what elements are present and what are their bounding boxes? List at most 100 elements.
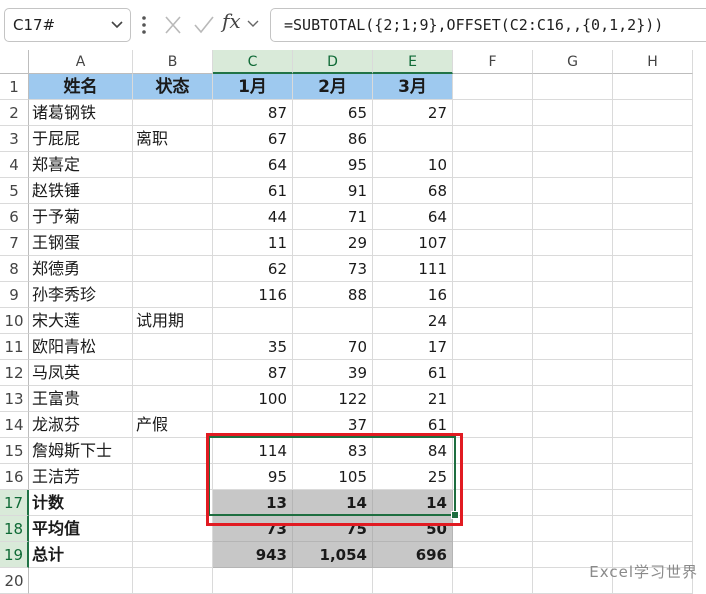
cell-a12[interactable]: 马凤英 (29, 360, 133, 386)
row-header-12[interactable]: 12 (0, 360, 29, 386)
cell-g15[interactable] (533, 438, 613, 464)
cell-h4[interactable] (613, 152, 693, 178)
column-header-e[interactable]: E (373, 50, 453, 74)
cell-a15[interactable]: 詹姆斯下士 (29, 438, 133, 464)
cell-b16[interactable] (133, 464, 213, 490)
cell-d1[interactable]: 2月 (293, 74, 373, 100)
chevron-down-icon[interactable] (110, 20, 124, 30)
cell-c6[interactable]: 44 (213, 204, 293, 230)
cell-d16[interactable]: 105 (293, 464, 373, 490)
cell-g4[interactable] (533, 152, 613, 178)
cell-h8[interactable] (613, 256, 693, 282)
cell-f16[interactable] (453, 464, 533, 490)
row-header-1[interactable]: 1 (0, 74, 29, 100)
cell-h14[interactable] (613, 412, 693, 438)
cell-b1[interactable]: 状态 (133, 74, 213, 100)
cell-h10[interactable] (613, 308, 693, 334)
cell-h6[interactable] (613, 204, 693, 230)
column-header-g[interactable]: G (533, 50, 613, 74)
cell-g16[interactable] (533, 464, 613, 490)
cell-b4[interactable] (133, 152, 213, 178)
cell-c9[interactable]: 116 (213, 282, 293, 308)
cell-c4[interactable]: 64 (213, 152, 293, 178)
cell-c10[interactable] (213, 308, 293, 334)
cell-d14[interactable]: 37 (293, 412, 373, 438)
row-header-18[interactable]: 18 (0, 516, 29, 542)
cell-b2[interactable] (133, 100, 213, 126)
row-header-9[interactable]: 9 (0, 282, 29, 308)
cell-g12[interactable] (533, 360, 613, 386)
cell-c2[interactable]: 87 (213, 100, 293, 126)
row-header-15[interactable]: 15 (0, 438, 29, 464)
cell-a6[interactable]: 于予菊 (29, 204, 133, 230)
row-header-19[interactable]: 19 (0, 542, 29, 568)
cell-b13[interactable] (133, 386, 213, 412)
cell-b12[interactable] (133, 360, 213, 386)
cell-e11[interactable]: 17 (373, 334, 453, 360)
chevron-down-icon[interactable] (247, 19, 259, 28)
cell-e9[interactable]: 16 (373, 282, 453, 308)
cell-e20[interactable] (373, 568, 453, 594)
cell-f9[interactable] (453, 282, 533, 308)
cell-f1[interactable] (453, 74, 533, 100)
cell-g3[interactable] (533, 126, 613, 152)
cell-d20[interactable] (293, 568, 373, 594)
row-header-10[interactable]: 10 (0, 308, 29, 334)
cell-h11[interactable] (613, 334, 693, 360)
cell-a5[interactable]: 赵铁锤 (29, 178, 133, 204)
column-header-c[interactable]: C (213, 50, 293, 74)
cell-a1[interactable]: 姓名 (29, 74, 133, 100)
cell-f12[interactable] (453, 360, 533, 386)
cell-a16[interactable]: 王洁芳 (29, 464, 133, 490)
cell-a9[interactable]: 孙李秀珍 (29, 282, 133, 308)
cell-f11[interactable] (453, 334, 533, 360)
cell-b11[interactable] (133, 334, 213, 360)
cell-h18[interactable] (613, 516, 693, 542)
row-header-11[interactable]: 11 (0, 334, 29, 360)
cell-e6[interactable]: 64 (373, 204, 453, 230)
formula-input[interactable]: =SUBTOTAL({2;1;9},OFFSET(C2:C16,,{0,1,2}… (270, 8, 706, 42)
cell-f19[interactable] (453, 542, 533, 568)
cell-c16[interactable]: 95 (213, 464, 293, 490)
cell-f8[interactable] (453, 256, 533, 282)
row-header-2[interactable]: 2 (0, 100, 29, 126)
cell-e1[interactable]: 3月 (373, 74, 453, 100)
cell-c18[interactable]: 73 (213, 516, 293, 542)
cell-a20[interactable] (29, 568, 133, 594)
cell-g10[interactable] (533, 308, 613, 334)
cell-b9[interactable] (133, 282, 213, 308)
cell-e7[interactable]: 107 (373, 230, 453, 256)
cell-f20[interactable] (453, 568, 533, 594)
cell-b20[interactable] (133, 568, 213, 594)
cell-d8[interactable]: 73 (293, 256, 373, 282)
cell-b17[interactable] (133, 490, 213, 516)
row-header-20[interactable]: 20 (0, 568, 29, 594)
cell-g5[interactable] (533, 178, 613, 204)
cell-a19[interactable]: 总计 (29, 542, 133, 568)
cell-a13[interactable]: 王富贵 (29, 386, 133, 412)
cell-f10[interactable] (453, 308, 533, 334)
cell-f18[interactable] (453, 516, 533, 542)
cell-a18[interactable]: 平均值 (29, 516, 133, 542)
cell-h3[interactable] (613, 126, 693, 152)
cell-f4[interactable] (453, 152, 533, 178)
cell-e3[interactable] (373, 126, 453, 152)
row-header-13[interactable]: 13 (0, 386, 29, 412)
cell-f13[interactable] (453, 386, 533, 412)
check-icon[interactable] (193, 14, 215, 36)
row-header-8[interactable]: 8 (0, 256, 29, 282)
cell-c8[interactable]: 62 (213, 256, 293, 282)
cell-h7[interactable] (613, 230, 693, 256)
more-options-icon[interactable] (141, 15, 147, 35)
cell-e2[interactable]: 27 (373, 100, 453, 126)
cell-f5[interactable] (453, 178, 533, 204)
cell-d15[interactable]: 83 (293, 438, 373, 464)
cell-c11[interactable]: 35 (213, 334, 293, 360)
cell-e12[interactable]: 61 (373, 360, 453, 386)
cell-e18[interactable]: 50 (373, 516, 453, 542)
cell-d18[interactable]: 75 (293, 516, 373, 542)
column-header-b[interactable]: B (133, 50, 213, 74)
cell-g18[interactable] (533, 516, 613, 542)
cell-g7[interactable] (533, 230, 613, 256)
row-header-16[interactable]: 16 (0, 464, 29, 490)
